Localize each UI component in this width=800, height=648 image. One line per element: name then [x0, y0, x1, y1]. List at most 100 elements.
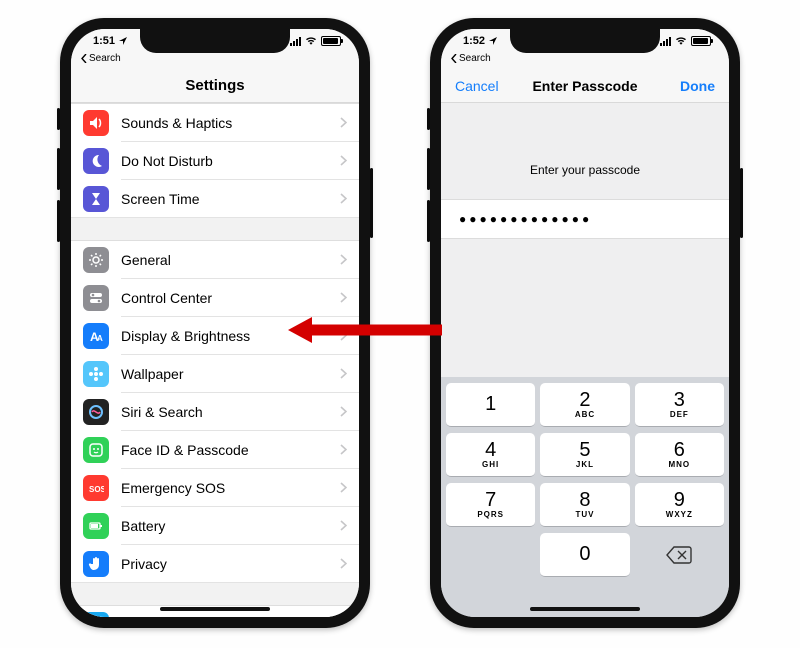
wifi-icon [305, 37, 317, 46]
key-0[interactable]: 0 [540, 533, 629, 577]
cancel-button[interactable]: Cancel [455, 78, 499, 94]
screen-icon [83, 186, 109, 212]
key-6[interactable]: 6MNO [635, 433, 724, 477]
settings-row-sos[interactable]: SOS Emergency SOS [71, 469, 359, 507]
dnd-icon [83, 148, 109, 174]
notch [510, 29, 660, 53]
number-keypad: 1 2ABC 3DEF 4GHI 5JKL 6MNO 7PQRS 8TUV 9W… [441, 377, 729, 617]
key-blank [446, 533, 535, 577]
settings-row-label: Screen Time [121, 191, 340, 207]
location-icon [489, 36, 497, 48]
battery-icon [321, 36, 341, 46]
key-5[interactable]: 5JKL [540, 433, 629, 477]
settings-group-1: Sounds & Haptics Do Not Disturb Screen Tim… [71, 103, 359, 218]
settings-row-label: Display & Brightness [121, 328, 340, 344]
wifi-icon [675, 37, 687, 46]
settings-row-label: Control Center [121, 290, 340, 306]
settings-row-label: Wallpaper [121, 366, 340, 382]
mute-switch[interactable] [427, 108, 430, 130]
side-button[interactable] [370, 168, 373, 238]
key-9[interactable]: 9WXYZ [635, 483, 724, 527]
page-title: Settings [185, 77, 244, 94]
back-to-search[interactable]: Search [451, 53, 491, 64]
home-indicator[interactable] [160, 607, 270, 611]
chevron-right-icon [340, 557, 347, 572]
done-button[interactable]: Done [680, 78, 715, 94]
screen-passcode: 1:52 Search Cancel Enter Passcode Done E… [441, 29, 729, 617]
status-time: 1:51 [93, 35, 115, 47]
phone-passcode: 1:52 Search Cancel Enter Passcode Done E… [430, 18, 740, 628]
key-7[interactable]: 7PQRS [446, 483, 535, 527]
settings-row-siri[interactable]: Siri & Search [71, 393, 359, 431]
notch [140, 29, 290, 53]
cellular-icon [290, 36, 301, 46]
back-label: Search [89, 53, 121, 64]
chevron-right-icon [340, 291, 347, 306]
chevron-right-icon [340, 154, 347, 169]
faceid-icon [83, 437, 109, 463]
settings-row-general[interactable]: General [71, 241, 359, 279]
key-4[interactable]: 4GHI [446, 433, 535, 477]
settings-row-label: Siri & Search [121, 404, 340, 420]
settings-row-battery[interactable]: Battery [71, 507, 359, 545]
chevron-right-icon [340, 192, 347, 207]
settings-row-screen[interactable]: Screen Time [71, 180, 359, 218]
settings-group-2: General Control Center AA Display & Brightn… [71, 240, 359, 583]
key-1[interactable]: 1 [446, 383, 535, 427]
back-label: Search [459, 53, 491, 64]
cellular-icon [660, 36, 671, 46]
passcode-prompt-area: Enter your passcode ●●●●●●●●●●●●● [441, 103, 729, 239]
backspace-icon [666, 546, 692, 564]
key-backspace[interactable] [635, 533, 724, 577]
settings-list: Sounds & Haptics Do Not Disturb Screen Tim… [71, 103, 359, 617]
privacy-icon [83, 551, 109, 577]
settings-row-label: Do Not Disturb [121, 153, 340, 169]
location-icon [119, 36, 127, 48]
general-icon [83, 247, 109, 273]
chevron-right-icon [340, 481, 347, 496]
settings-row-label: Privacy [121, 556, 340, 572]
chevron-right-icon [340, 329, 347, 344]
settings-row-label: Battery [121, 518, 340, 534]
svg-text:A: A [97, 334, 103, 343]
volume-up-button[interactable] [427, 148, 430, 190]
home-indicator[interactable] [530, 607, 640, 611]
chevron-right-icon [340, 367, 347, 382]
settings-row-label: Emergency SOS [121, 480, 340, 496]
settings-row-display[interactable]: AA Display & Brightness [71, 317, 359, 355]
key-2[interactable]: 2ABC [540, 383, 629, 427]
wallpaper-icon [83, 361, 109, 387]
settings-row-label: General [121, 252, 340, 268]
volume-down-button[interactable] [427, 200, 430, 242]
itunes-icon: A [83, 612, 109, 617]
settings-row-wallpaper[interactable]: Wallpaper [71, 355, 359, 393]
settings-row-control[interactable]: Control Center [71, 279, 359, 317]
siri-icon [83, 399, 109, 425]
settings-row-label: Face ID & Passcode [121, 442, 340, 458]
passcode-field[interactable]: ●●●●●●●●●●●●● [441, 199, 729, 239]
chevron-right-icon [340, 443, 347, 458]
chevron-right-icon [340, 253, 347, 268]
back-to-search[interactable]: Search [81, 53, 121, 64]
key-3[interactable]: 3DEF [635, 383, 724, 427]
battery-icon [691, 36, 711, 46]
svg-text:SOS: SOS [89, 485, 104, 494]
passcode-prompt: Enter your passcode [441, 163, 729, 177]
chevron-right-icon [340, 116, 347, 131]
settings-row-privacy[interactable]: Privacy [71, 545, 359, 583]
settings-row-dnd[interactable]: Do Not Disturb [71, 142, 359, 180]
settings-row-faceid[interactable]: Face ID & Passcode [71, 431, 359, 469]
key-8[interactable]: 8TUV [540, 483, 629, 527]
chevron-right-icon [340, 519, 347, 534]
battery-icon [83, 513, 109, 539]
chevron-right-icon [340, 405, 347, 420]
settings-row-sounds[interactable]: Sounds & Haptics [71, 104, 359, 142]
display-icon: AA [83, 323, 109, 349]
volume-up-button[interactable] [57, 148, 60, 190]
sos-icon: SOS [83, 475, 109, 501]
sounds-icon [83, 110, 109, 136]
status-time: 1:52 [463, 35, 485, 47]
mute-switch[interactable] [57, 108, 60, 130]
side-button[interactable] [740, 168, 743, 238]
volume-down-button[interactable] [57, 200, 60, 242]
